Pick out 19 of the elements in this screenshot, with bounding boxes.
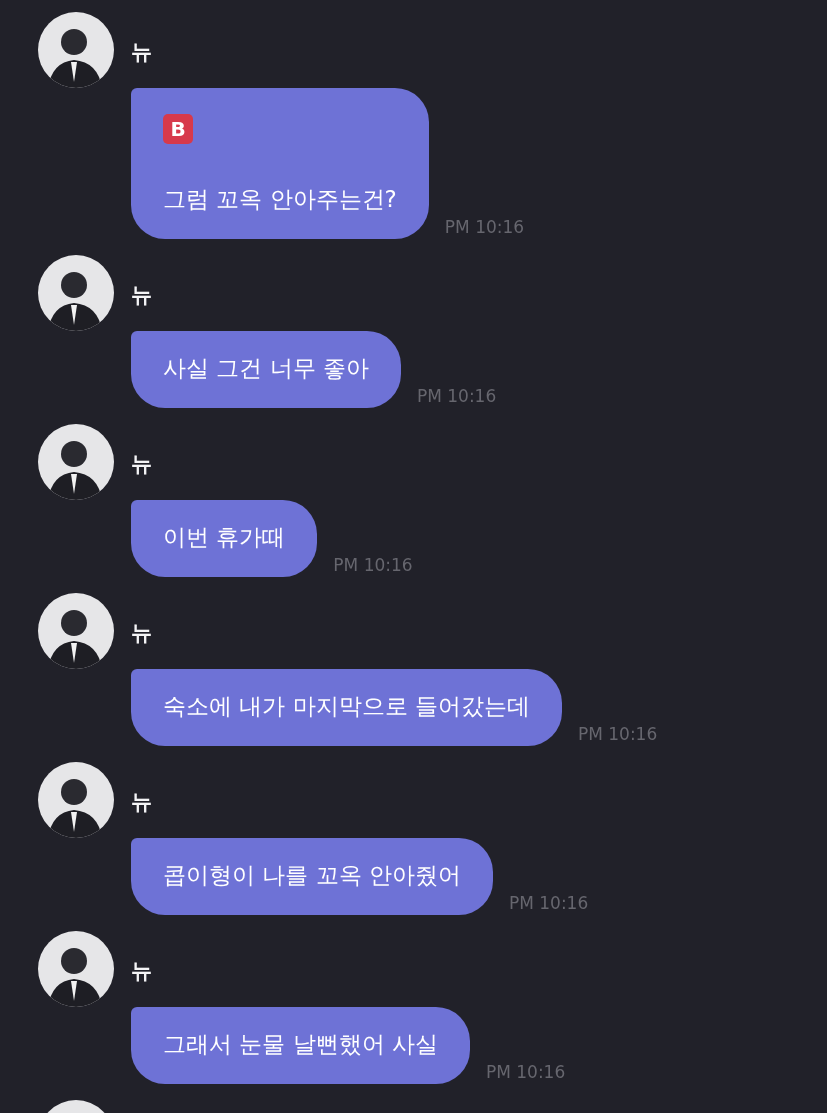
- message-text: 이번 휴가때: [163, 523, 286, 552]
- sender-name: 뉴: [131, 451, 152, 478]
- message-text: 콥이형이 나를 꼬옥 안아줬어: [163, 861, 461, 890]
- sender-name: 뉴: [131, 620, 152, 647]
- message-text: 사실 그건 너무 좋아: [163, 354, 369, 383]
- message-text: 숙소에 내가 마지막으로 들어갔는데: [163, 692, 530, 721]
- timestamp: PM 10:16: [416, 386, 497, 406]
- timestamp: PM 10:16: [508, 893, 589, 913]
- timestamp: PM 10:16: [485, 1062, 566, 1082]
- badge-icon: B: [163, 114, 193, 144]
- timestamp: PM 10:16: [444, 217, 525, 237]
- sender-name: 뉴: [131, 958, 152, 985]
- message-text: 그래서 눈물 날뻔했어 사실: [163, 1030, 438, 1059]
- timestamp: PM 10:16: [333, 555, 413, 575]
- sender-name: 뉴: [131, 39, 152, 66]
- sender-name: 뉴: [131, 789, 152, 816]
- message-text: 그럼 꼬옥 안아주는건?: [163, 185, 397, 214]
- timestamp: PM 10:16: [577, 724, 658, 744]
- sender-name: 뉴: [131, 282, 152, 309]
